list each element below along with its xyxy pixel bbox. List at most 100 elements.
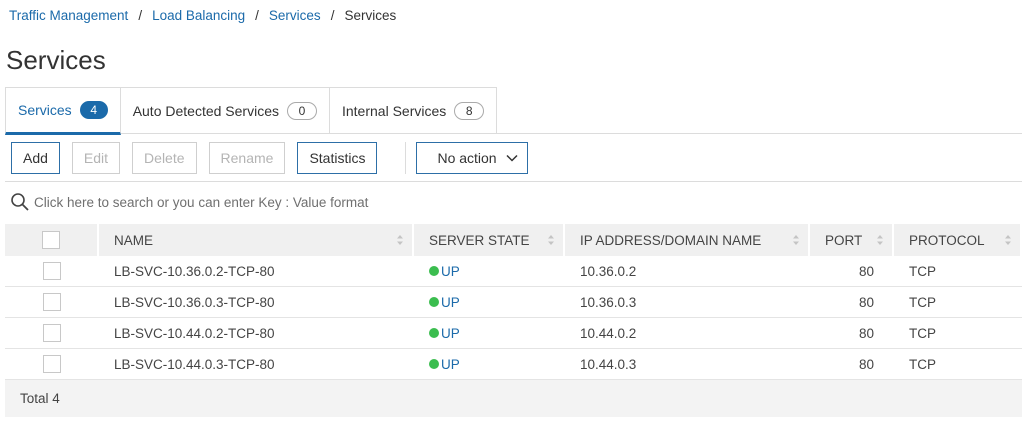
- cell-port: 80: [858, 294, 874, 310]
- cell-protocol: TCP: [909, 356, 936, 372]
- search-input[interactable]: [34, 194, 734, 210]
- table-row[interactable]: LB-SVC-10.44.0.2-TCP-80 UP 10.44.0.2 80 …: [5, 318, 1022, 349]
- cell-server-state: UP: [414, 318, 565, 348]
- tab-count-badge: 8: [454, 102, 485, 120]
- row-select-cell: [5, 287, 99, 317]
- column-header-label: SERVER STATE: [429, 232, 530, 248]
- cell-protocol: TCP: [909, 294, 936, 310]
- table-row[interactable]: LB-SVC-10.36.0.3-TCP-80 UP 10.36.0.3 80 …: [5, 287, 1022, 318]
- cell-ip-address: 10.44.0.3: [580, 356, 637, 372]
- breadcrumb-load-balancing[interactable]: Load Balancing: [152, 8, 245, 23]
- breadcrumb-separator: /: [255, 8, 259, 23]
- cell-name: LB-SVC-10.36.0.3-TCP-80: [114, 294, 275, 310]
- cell-port: 80: [858, 263, 874, 279]
- sort-icon: [397, 235, 403, 245]
- row-checkbox[interactable]: [43, 324, 61, 342]
- row-select-cell: [5, 318, 99, 348]
- delete-button[interactable]: Delete: [132, 142, 197, 174]
- tab-count-badge: 0: [286, 102, 317, 120]
- cell-protocol: TCP: [909, 263, 936, 279]
- chevron-down-icon: [506, 154, 518, 162]
- breadcrumb-current: Services: [344, 8, 397, 23]
- toolbar-divider: [405, 142, 407, 174]
- table-row[interactable]: LB-SVC-10.36.0.2-TCP-80 UP 10.36.0.2 80 …: [5, 256, 1022, 287]
- search-bar: [10, 188, 1022, 216]
- breadcrumb-traffic-management[interactable]: Traffic Management: [9, 8, 128, 23]
- cell-port: 80: [858, 325, 874, 341]
- select-all-checkbox[interactable]: [42, 231, 60, 249]
- tab-label: Internal Services: [341, 103, 447, 119]
- total-label: Total: [20, 391, 49, 406]
- status-text: UP: [441, 325, 460, 341]
- services-table: NAME SERVER STATE IP ADDRESS/DOMAIN NAME…: [5, 224, 1022, 380]
- cell-name: LB-SVC-10.36.0.2-TCP-80: [114, 263, 275, 279]
- rename-button[interactable]: Rename: [208, 142, 286, 174]
- column-header-ip-address[interactable]: IP ADDRESS/DOMAIN NAME: [565, 224, 810, 256]
- tab-bar: Services 4 Auto Detected Services 0 Inte…: [5, 87, 498, 135]
- status-text: UP: [441, 263, 460, 279]
- row-select-cell: [5, 256, 99, 286]
- select-all-cell: [5, 224, 99, 256]
- breadcrumb-separator: /: [138, 8, 143, 23]
- table-header: NAME SERVER STATE IP ADDRESS/DOMAIN NAME…: [5, 224, 1022, 256]
- row-checkbox[interactable]: [43, 293, 61, 311]
- row-checkbox[interactable]: [43, 355, 61, 373]
- tab-count-badge: 4: [79, 101, 108, 119]
- column-header-label: IP ADDRESS/DOMAIN NAME: [580, 232, 762, 248]
- row-select-cell: [5, 349, 99, 379]
- toolbar: Add Edit Delete Rename Statistics No act…: [11, 142, 528, 174]
- cell-ip-address: 10.36.0.3: [580, 294, 637, 310]
- column-header-label: PROTOCOL: [909, 232, 985, 248]
- sort-icon: [877, 235, 883, 245]
- status-up-dot-icon: [429, 328, 439, 338]
- action-dropdown[interactable]: No action: [416, 142, 528, 174]
- sort-icon: [548, 235, 554, 245]
- status-badge: UP: [429, 357, 460, 372]
- table-row[interactable]: LB-SVC-10.44.0.3-TCP-80 UP 10.44.0.3 80 …: [5, 349, 1022, 380]
- cell-ip-address: 10.44.0.2: [580, 325, 637, 341]
- tab-label: Services: [18, 102, 72, 118]
- cell-server-state: UP: [414, 256, 565, 286]
- toolbar-divider-line: [5, 181, 1022, 182]
- tabs-divider: [5, 133, 1022, 134]
- breadcrumb: Traffic Management / Load Balancing / Servic…: [9, 8, 396, 23]
- cell-name: LB-SVC-10.44.0.3-TCP-80: [114, 356, 275, 372]
- breadcrumb-services[interactable]: Services: [269, 8, 321, 23]
- edit-button[interactable]: Edit: [71, 142, 121, 174]
- action-dropdown-value: No action: [437, 150, 497, 166]
- tab-label: Auto Detected Services: [132, 103, 279, 119]
- cell-name: LB-SVC-10.44.0.2-TCP-80: [114, 325, 275, 341]
- cell-protocol: TCP: [909, 325, 936, 341]
- cell-port: 80: [858, 356, 874, 372]
- statistics-button[interactable]: Statistics: [297, 142, 378, 174]
- status-up-dot-icon: [429, 266, 439, 276]
- sort-icon: [1005, 235, 1011, 245]
- status-badge: UP: [429, 264, 460, 279]
- add-button[interactable]: Add: [11, 142, 60, 174]
- search-icon: [11, 193, 29, 211]
- status-text: UP: [441, 356, 460, 372]
- row-checkbox[interactable]: [43, 262, 61, 280]
- page-title: Services: [6, 45, 106, 75]
- status-text: UP: [441, 294, 460, 310]
- column-header-protocol[interactable]: PROTOCOL: [894, 224, 1022, 256]
- breadcrumb-separator: /: [330, 8, 335, 23]
- column-header-port[interactable]: PORT: [810, 224, 894, 256]
- status-up-dot-icon: [429, 297, 439, 307]
- column-header-name[interactable]: NAME: [99, 224, 414, 256]
- status-badge: UP: [429, 326, 460, 341]
- total-count: 4: [52, 391, 60, 406]
- cell-ip-address: 10.36.0.2: [580, 263, 637, 279]
- tab-auto-detected-services[interactable]: Auto Detected Services 0: [119, 87, 330, 134]
- status-up-dot-icon: [429, 359, 439, 369]
- tab-services[interactable]: Services 4: [5, 87, 121, 135]
- column-header-server-state[interactable]: SERVER STATE: [414, 224, 565, 256]
- status-badge: UP: [429, 295, 460, 310]
- table-footer: Total 4: [5, 380, 1022, 417]
- column-header-label: PORT: [825, 232, 863, 248]
- sort-icon: [793, 235, 799, 245]
- column-header-label: NAME: [114, 232, 154, 248]
- cell-server-state: UP: [414, 349, 565, 379]
- tab-internal-services[interactable]: Internal Services 8: [328, 87, 498, 134]
- cell-server-state: UP: [414, 287, 565, 317]
